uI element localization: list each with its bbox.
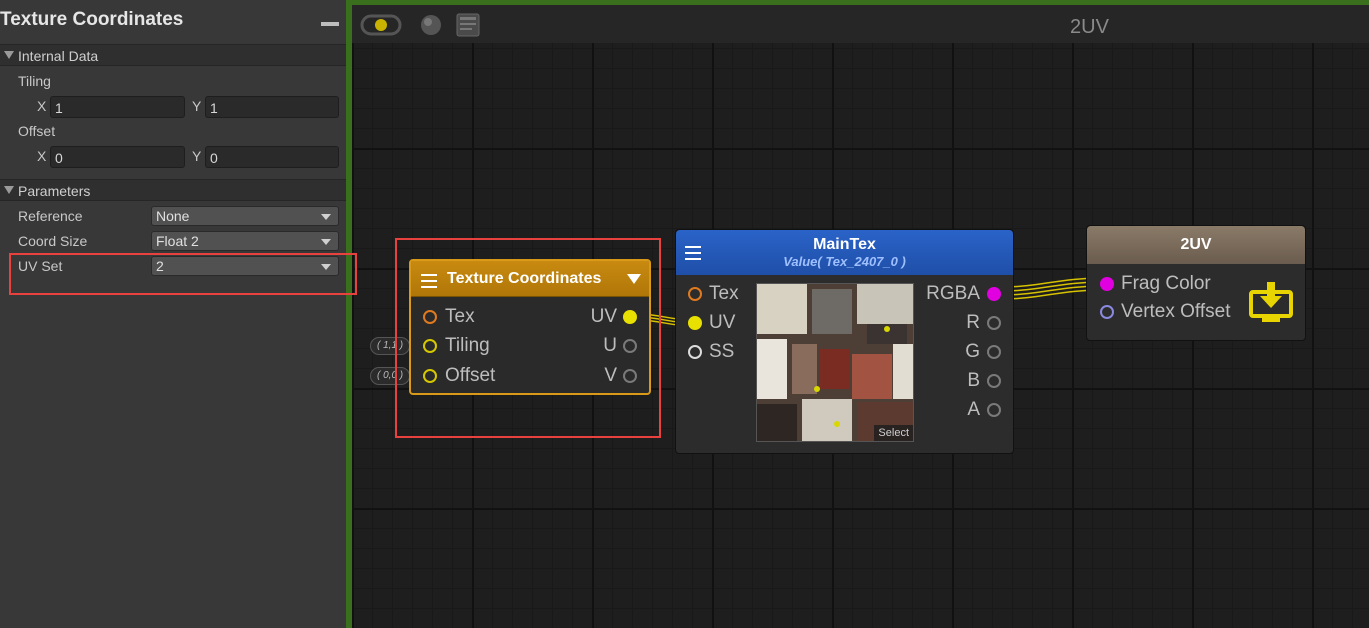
a-output-label: A [967, 399, 980, 420]
g-output-port[interactable] [987, 345, 1001, 359]
tex-input-port[interactable] [688, 287, 702, 301]
node-title: MainTex [813, 236, 876, 253]
rgba-output-port[interactable] [987, 287, 1001, 301]
vertex-offset-input-port[interactable] [1100, 305, 1114, 319]
select-texture-button[interactable]: Select [874, 425, 913, 441]
g-output-label: G [965, 341, 980, 362]
r-output-port[interactable] [987, 316, 1001, 330]
highlight-uv-set [9, 253, 357, 295]
tex-input-label: Tex [709, 283, 739, 304]
ss-input-label: SS [709, 341, 735, 362]
uv-input-port[interactable] [688, 316, 702, 330]
node-subtitle: Value( Tex_2407_0 ) [783, 254, 906, 269]
frag-color-input-port[interactable] [1100, 277, 1114, 291]
texture-preview[interactable]: Select [756, 283, 914, 442]
vertex-offset-label: Vertex Offset [1121, 301, 1231, 322]
output-node[interactable]: 2UV Frag Color Vertex Offset [1086, 225, 1306, 341]
rgba-output-label: RGBA [926, 283, 980, 304]
uv-input-label: UV [709, 312, 736, 333]
highlight-texture-coordinates-node [395, 238, 661, 438]
texture-thumbnail [757, 284, 913, 441]
node-header[interactable]: 2UV [1087, 226, 1305, 264]
maintex-node[interactable]: MainTex Value( Tex_2407_0 ) Tex UV SS Se… [675, 229, 1014, 454]
download-monitor-icon [1249, 282, 1293, 322]
node-header[interactable]: MainTex Value( Tex_2407_0 ) [676, 230, 1013, 275]
node-title: 2UV [1180, 236, 1212, 253]
ss-input-port[interactable] [688, 345, 702, 359]
frag-color-label: Frag Color [1121, 273, 1211, 294]
a-output-port[interactable] [987, 403, 1001, 417]
b-output-port[interactable] [987, 374, 1001, 388]
b-output-label: B [967, 370, 980, 391]
r-output-label: R [966, 312, 980, 333]
